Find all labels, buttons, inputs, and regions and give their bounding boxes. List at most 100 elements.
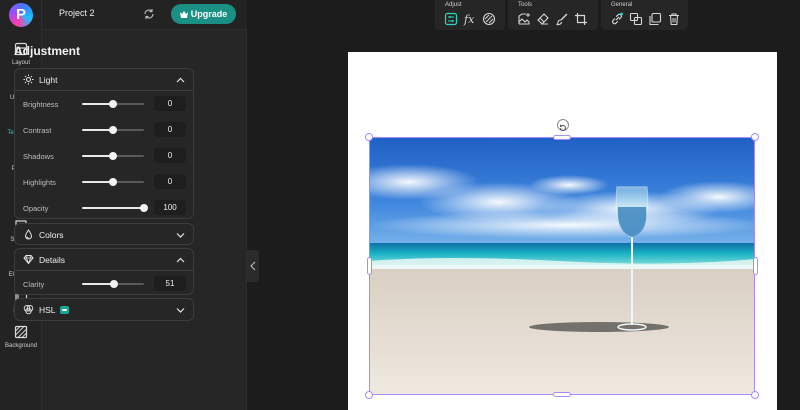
background-icon <box>14 325 28 339</box>
details-label: Details <box>39 255 65 265</box>
project-bar: Project 2 Upgrade <box>42 0 247 30</box>
premium-badge-icon <box>60 306 69 314</box>
slider-value-input[interactable]: 0 <box>154 122 186 137</box>
collapse-panel-button[interactable] <box>247 250 259 282</box>
rail-item-background[interactable]: Background <box>0 325 42 359</box>
brush-icon[interactable] <box>555 12 569 26</box>
chevron-up-icon <box>176 257 185 263</box>
slider-label: Clarity <box>23 280 45 289</box>
slider-fill <box>82 283 114 285</box>
slider-thumb[interactable] <box>109 100 117 108</box>
light-label: Light <box>39 75 58 85</box>
adjust-group: Adjust fx <box>435 0 505 30</box>
slider-thumb[interactable] <box>109 178 117 186</box>
chevron-down-icon <box>176 308 185 313</box>
slider-label: Shadows <box>23 152 54 161</box>
light-section: Light Brightness 0 Contrast 0 Shadows 0 Highli… <box>14 68 194 219</box>
chevron-left-icon <box>250 261 256 271</box>
light-rows: Brightness 0 Contrast 0 Shadows 0 Highlights 0 O… <box>15 91 193 221</box>
tools-group: Tools <box>508 0 598 30</box>
eraser-icon[interactable] <box>536 12 550 26</box>
hsl-header[interactable]: HSL <box>15 299 193 321</box>
slider-row-shadows: Shadows 0 <box>15 143 193 169</box>
adjust-icon[interactable] <box>444 12 458 26</box>
resize-handle-top-right[interactable] <box>751 133 759 141</box>
resize-handle-right[interactable] <box>753 257 758 275</box>
slider-track[interactable] <box>82 178 144 186</box>
slider-value-input[interactable]: 0 <box>154 174 186 189</box>
slider-row-highlights: Highlights 0 <box>15 169 193 195</box>
hsl-label: HSL <box>39 305 56 315</box>
details-section: Details Clarity 51 <box>14 248 194 295</box>
slider-track[interactable] <box>82 280 144 288</box>
app-root: P Layout Uploads Templates Photos Text S… <box>0 0 800 410</box>
light-header[interactable]: Light <box>15 69 193 91</box>
hsl-section: HSL <box>14 298 194 321</box>
details-header[interactable]: Details <box>15 249 193 271</box>
sun-icon <box>23 74 34 85</box>
chevron-up-icon <box>176 77 185 83</box>
image-edit-icon[interactable] <box>517 12 531 26</box>
effects-fx-icon[interactable]: fx <box>463 12 477 26</box>
rail-label: Layout <box>11 60 30 66</box>
picsart-logo[interactable]: P <box>9 3 33 27</box>
slider-label: Highlights <box>23 178 56 187</box>
slider-value-input[interactable]: 100 <box>154 200 186 215</box>
colors-header[interactable]: Colors <box>15 224 193 246</box>
crop-icon[interactable] <box>574 12 588 26</box>
slider-thumb[interactable] <box>109 152 117 160</box>
trash-icon[interactable] <box>667 12 681 26</box>
slider-label: Contrast <box>23 126 52 135</box>
slider-row-clarity: Clarity 51 <box>15 271 193 297</box>
slider-value-input[interactable]: 51 <box>154 276 186 291</box>
beach-wine-glass-photo[interactable] <box>369 137 755 395</box>
upgrade-button[interactable]: Upgrade <box>171 4 236 24</box>
link-icon[interactable] <box>610 12 624 26</box>
upgrade-label: Upgrade <box>190 9 228 19</box>
tools-group-label: Tools <box>518 2 533 8</box>
slider-track[interactable] <box>82 100 144 108</box>
resize-handle-top[interactable] <box>553 135 571 140</box>
colors-label: Colors <box>39 230 64 240</box>
resize-handle-left[interactable] <box>367 257 372 275</box>
photo-illustration <box>369 137 755 395</box>
copy-icon[interactable] <box>648 12 662 26</box>
hsl-icon <box>23 305 34 315</box>
rotate-handle[interactable] <box>557 119 569 131</box>
adjust-group-label: Adjust <box>445 2 462 8</box>
blend-icon[interactable] <box>482 12 496 26</box>
rotate-icon <box>560 124 566 131</box>
general-group-label: General <box>611 2 633 8</box>
project-name[interactable]: Project 2 <box>59 8 95 18</box>
layers-duplicate-icon[interactable] <box>629 12 643 26</box>
slider-value-input[interactable]: 0 <box>154 96 186 111</box>
colors-section: Colors <box>14 223 194 245</box>
sync-icon[interactable] <box>143 8 155 20</box>
slider-thumb[interactable] <box>109 126 117 134</box>
svg-text:fx: fx <box>463 13 475 26</box>
slider-label: Opacity <box>23 204 49 213</box>
slider-row-contrast: Contrast 0 <box>15 117 193 143</box>
slider-label: Brightness <box>23 100 59 109</box>
logo-letter-icon: P <box>15 6 26 23</box>
rail-label: Background <box>4 343 38 349</box>
crown-icon <box>179 11 188 18</box>
slider-value-input[interactable]: 0 <box>154 148 186 163</box>
resize-handle-bottom-left[interactable] <box>365 391 373 399</box>
slider-row-opacity: Opacity 100 <box>15 195 193 221</box>
resize-handle-bottom[interactable] <box>553 392 571 397</box>
slider-thumb[interactable] <box>109 280 118 288</box>
general-group: General <box>601 0 688 30</box>
slider-track[interactable] <box>82 204 148 212</box>
slider-row-brightness: Brightness 0 <box>15 91 193 117</box>
slider-fill <box>82 207 144 209</box>
panel-title: Adjustment <box>14 44 80 58</box>
chevron-down-icon <box>176 233 185 238</box>
resize-handle-bottom-right[interactable] <box>751 391 759 399</box>
resize-handle-top-left[interactable] <box>365 133 373 141</box>
diamond-icon <box>23 255 34 265</box>
slider-track[interactable] <box>82 126 144 134</box>
drop-icon <box>24 229 33 240</box>
slider-track[interactable] <box>82 152 144 160</box>
slider-thumb[interactable] <box>140 204 148 212</box>
